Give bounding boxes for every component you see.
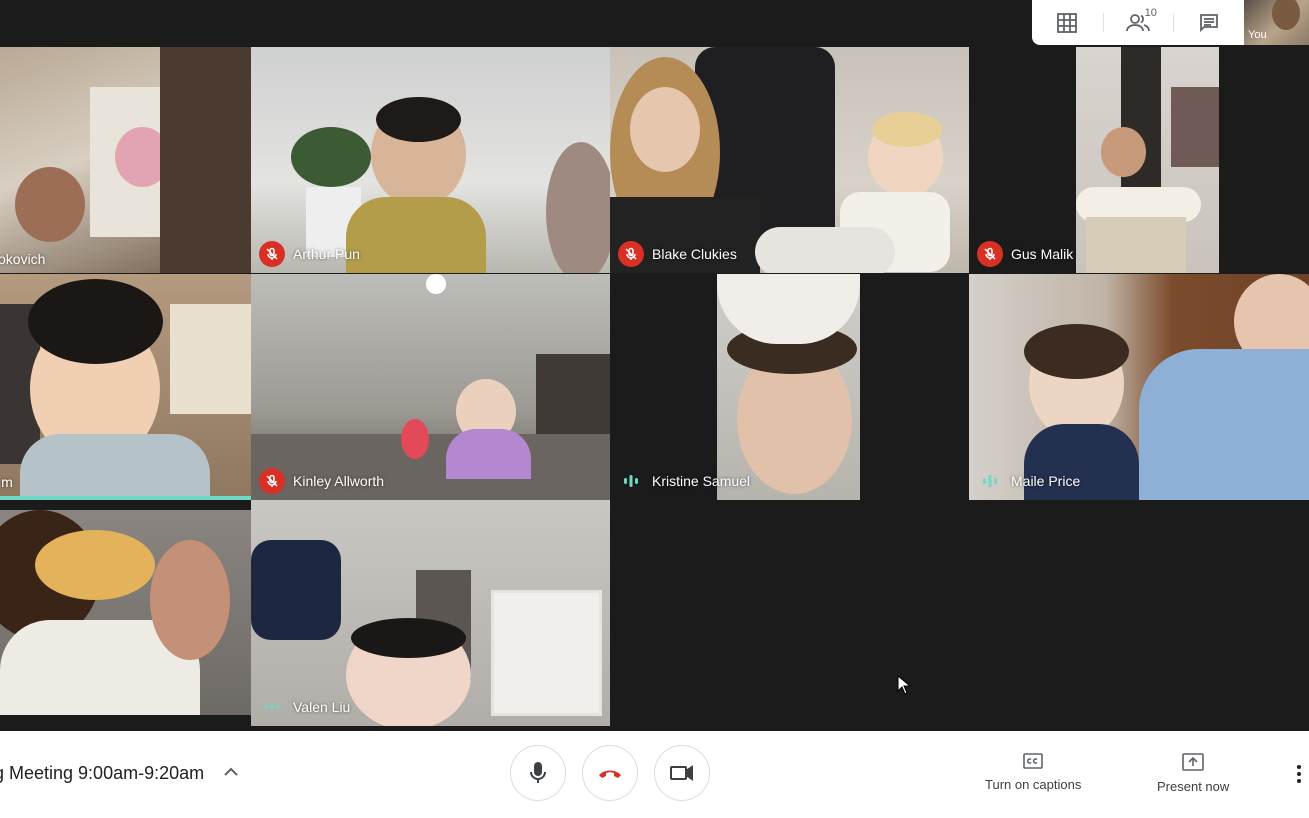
more-options-icon[interactable] [1291, 764, 1307, 784]
participant-label: Gus Malik [977, 241, 1073, 267]
microphone-button[interactable] [510, 745, 566, 801]
participant-label: okovich [0, 251, 45, 267]
mic-off-icon [259, 468, 285, 494]
participant-label: Blake Clukies [618, 241, 737, 267]
participant-video [0, 274, 251, 500]
mouse-cursor-icon [897, 675, 911, 695]
mic-off-icon [977, 241, 1003, 267]
top-right-panel: 10 [1032, 0, 1244, 45]
people-count-badge: 10 [1144, 7, 1157, 19]
participant-name: Blake Clukies [652, 246, 737, 262]
participant-tile[interactable]: Valen Liu [251, 500, 610, 726]
participant-label: Kristine Samuel [618, 468, 750, 494]
meeting-title[interactable]: g Meeting 9:00am-9:20am [0, 763, 204, 784]
microphone-icon [530, 762, 546, 783]
participant-video [251, 47, 610, 273]
participant-video [610, 47, 969, 273]
participant-label: Maile Price [977, 468, 1080, 494]
participant-label: Valen Liu [259, 694, 350, 720]
leave-call-button[interactable] [582, 745, 638, 801]
chat-icon [1199, 13, 1218, 32]
participant-name: Kristine Samuel [652, 473, 751, 489]
participant-tile[interactable] [0, 510, 251, 715]
audio-dots-icon [259, 694, 285, 720]
camera-button[interactable] [654, 745, 710, 801]
participant-video [0, 510, 251, 715]
closed-captions-icon [1023, 753, 1043, 769]
grid-view-icon [1057, 12, 1078, 33]
participant-tile[interactable]: Blake Clukies [610, 47, 969, 273]
participant-label: Kinley Allworth [259, 468, 384, 494]
participant-tile[interactable]: Maile Price [969, 274, 1309, 500]
present-now-label: Present now [1157, 779, 1230, 794]
video-camera-icon [670, 765, 693, 781]
present-now-button[interactable]: Present now [1157, 753, 1229, 794]
participant-label: Arthur Pun [259, 241, 360, 267]
participant-tile[interactable]: Gus Malik [969, 47, 1309, 273]
participant-name: Arthur Pun [293, 246, 360, 262]
mic-off-icon [259, 241, 285, 267]
bottom-control-bar: g Meeting 9:00am-9:20am Turn on captions… [0, 731, 1309, 818]
participant-name: im [0, 474, 13, 490]
participant-tile[interactable]: Arthur Pun [251, 47, 610, 273]
chevron-up-icon[interactable] [222, 763, 240, 781]
mic-off-icon [618, 241, 644, 267]
grid-view-button[interactable] [1032, 0, 1103, 45]
captions-button[interactable]: Turn on captions [985, 753, 1081, 792]
present-screen-icon [1182, 753, 1204, 771]
hang-up-icon [599, 770, 621, 778]
participant-name: okovich [0, 251, 46, 267]
active-speaker-bar [0, 496, 251, 500]
participant-video [251, 500, 610, 726]
participant-name: Gus Malik [1011, 246, 1074, 262]
participant-video [717, 274, 860, 500]
chat-button[interactable] [1173, 0, 1244, 45]
speaking-indicator-icon [618, 468, 644, 494]
participant-name: Kinley Allworth [293, 473, 385, 489]
participant-video [0, 47, 251, 273]
participant-video [251, 274, 610, 500]
participant-video [969, 274, 1309, 500]
self-view-tile[interactable]: You [1244, 0, 1309, 45]
participant-tile[interactable]: okovich [0, 47, 251, 273]
participant-label: im [0, 474, 13, 490]
participant-name: Valen Liu [293, 699, 351, 715]
people-button[interactable]: 10 [1102, 0, 1174, 45]
participant-tile[interactable]: im [0, 274, 251, 500]
participant-tile[interactable]: Kristine Samuel [610, 274, 969, 500]
participant-video [1076, 47, 1219, 273]
self-view-video [1272, 0, 1300, 30]
captions-label: Turn on captions [985, 777, 1082, 792]
participant-tile[interactable]: Kinley Allworth [251, 274, 610, 500]
participant-name: Maile Price [1011, 473, 1081, 489]
self-label: You [1248, 29, 1267, 41]
speaking-indicator-icon [977, 468, 1003, 494]
